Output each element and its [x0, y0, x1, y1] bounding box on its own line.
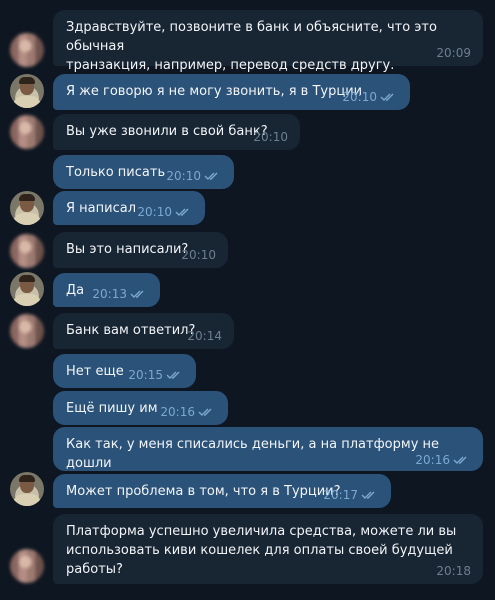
- message-time: 20:10: [166, 169, 201, 183]
- contact-avatar[interactable]: [10, 234, 44, 268]
- incoming-message[interactable]: Вы это написали? 20:10: [53, 232, 228, 268]
- message-time: 20:16: [415, 453, 450, 467]
- message-time: 20:14: [187, 329, 222, 343]
- double-check-icon: [204, 171, 222, 181]
- double-check-icon: [130, 289, 148, 299]
- incoming-message[interactable]: Банк вам ответил? 20:14: [53, 313, 234, 349]
- message-time: 20:10: [342, 90, 377, 104]
- double-check-icon: [175, 207, 193, 217]
- outgoing-message[interactable]: Я же говорю я не могу звонить, я в Турци…: [53, 74, 410, 110]
- double-check-icon: [361, 490, 379, 500]
- user-avatar[interactable]: [10, 191, 44, 225]
- outgoing-message[interactable]: Только писать 20:10: [53, 155, 234, 189]
- message-time: 20:10: [137, 205, 172, 219]
- contact-avatar[interactable]: [10, 549, 44, 583]
- contact-avatar[interactable]: [10, 314, 44, 348]
- double-check-icon: [198, 407, 216, 417]
- double-check-icon: [380, 92, 398, 102]
- double-check-icon: [453, 455, 471, 465]
- incoming-message[interactable]: Здравствуйте, позвоните в банк и объясни…: [53, 10, 483, 73]
- message-time: 20:18: [436, 564, 471, 578]
- outgoing-message[interactable]: Может проблема в том, что я в Турции? 20…: [53, 474, 391, 508]
- message-time: 20:10: [181, 248, 216, 262]
- message-text: Как так, у меня списались деньги, а на п…: [66, 437, 444, 471]
- outgoing-message[interactable]: Нет еще 20:15: [53, 354, 196, 388]
- message-time: 20:13: [92, 287, 127, 301]
- outgoing-message[interactable]: Я написал 20:10: [53, 191, 205, 225]
- message-time: 20:10: [253, 130, 288, 144]
- chat-history[interactable]: Здравствуйте, позвоните в банк и объясни…: [0, 0, 495, 600]
- outgoing-message[interactable]: Как так, у меня списались деньги, а на п…: [53, 427, 483, 471]
- message-time: 20:17: [323, 488, 358, 502]
- message-time: 20:16: [160, 405, 195, 419]
- outgoing-message[interactable]: Да 20:13: [53, 273, 160, 307]
- incoming-message[interactable]: Вы уже звонили в свой банк? 20:10: [53, 114, 300, 150]
- outgoing-message[interactable]: Ещё пишу им 20:16: [53, 391, 228, 425]
- user-avatar[interactable]: [10, 472, 44, 506]
- user-avatar[interactable]: [10, 74, 44, 108]
- message-text: Здравствуйте, позвоните в банк и объясни…: [66, 20, 437, 73]
- message-text: Платформа успешно увеличила средства, мо…: [66, 524, 457, 577]
- incoming-message[interactable]: Платформа успешно увеличила средства, мо…: [53, 514, 483, 584]
- double-check-icon: [166, 370, 184, 380]
- message-time: 20:09: [436, 46, 471, 60]
- message-time: 20:15: [128, 368, 163, 382]
- user-avatar[interactable]: [10, 272, 44, 306]
- contact-avatar[interactable]: [10, 115, 44, 149]
- contact-avatar[interactable]: [10, 33, 44, 67]
